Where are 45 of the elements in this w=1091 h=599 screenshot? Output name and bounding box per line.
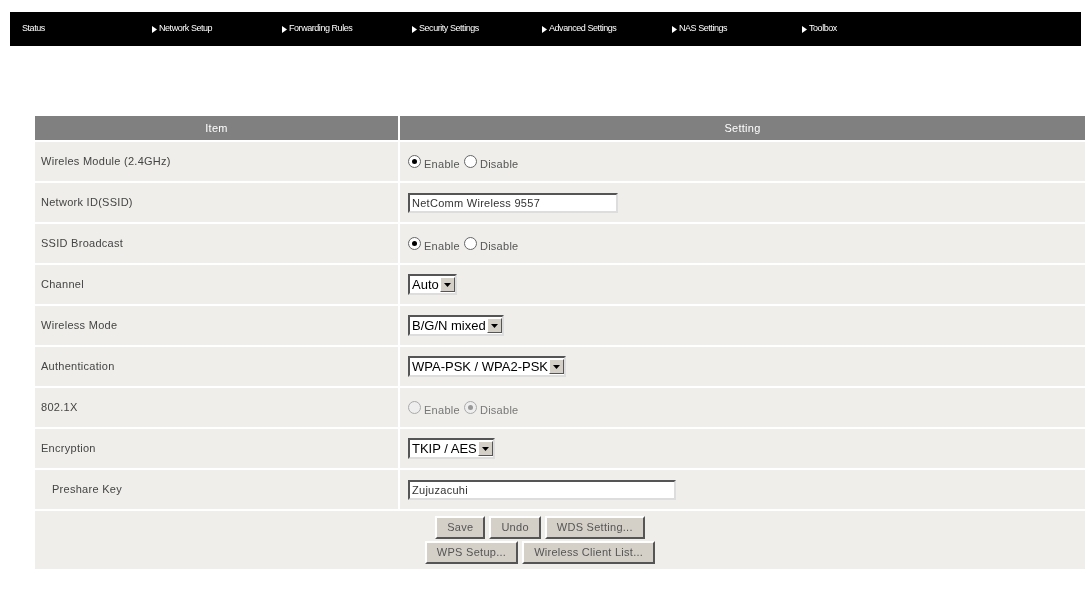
dropdown[interactable]: B/G/N mixed	[408, 315, 504, 336]
radio-button[interactable]	[463, 237, 477, 250]
dropdown[interactable]: TKIP / AES	[408, 438, 495, 459]
action-button[interactable]: WPS Setup...	[424, 541, 519, 564]
action-button[interactable]: Undo	[489, 516, 541, 539]
setting-label: 802.1X	[41, 400, 78, 416]
radio-button[interactable]	[408, 237, 421, 250]
radio-label: Disable	[479, 403, 519, 419]
radio-label: Disable	[479, 239, 519, 255]
radio-label: Disable	[479, 157, 519, 173]
radio-label: Enable	[424, 239, 460, 255]
triangle-icon	[802, 25, 807, 33]
nav-link[interactable]: Advanced Settings	[542, 22, 672, 36]
setting-label: Encryption	[41, 441, 96, 457]
action-button[interactable]: WDS Setting...	[544, 516, 645, 539]
text-field[interactable]: Zujuzacuhi	[408, 479, 676, 500]
text-field[interactable]: NetComm Wireless 9557	[408, 192, 618, 213]
triangle-icon	[152, 25, 157, 33]
action-button[interactable]: Save	[435, 516, 486, 539]
setting-label: Channel	[41, 277, 84, 293]
setting-label: Wireles Module (2.4GHz)	[41, 154, 171, 170]
setting-label: SSID Broadcast	[41, 236, 124, 252]
nav-link[interactable]: Network Setup	[152, 22, 282, 36]
column-header: Item	[35, 116, 398, 140]
nav-link[interactable]: Toolbox	[802, 22, 932, 36]
setting-label: Authentication	[41, 359, 115, 375]
nav-link[interactable]: Forwarding Rules	[282, 22, 412, 36]
column-header: Setting	[400, 116, 1085, 140]
dropdown[interactable]: Auto	[408, 274, 457, 295]
action-button[interactable]: Wireless Client List...	[522, 541, 656, 564]
setting-label: Network ID(SSID)	[41, 195, 133, 211]
triangle-icon	[412, 25, 417, 33]
radio-label: Enable	[424, 157, 460, 173]
triangle-icon	[542, 25, 547, 33]
radio-button[interactable]	[408, 155, 421, 168]
nav-link[interactable]: Security Settings	[412, 22, 542, 36]
setting-label: Preshare Key	[52, 482, 122, 498]
dropdown[interactable]: WPA-PSK / WPA2-PSK	[408, 356, 567, 377]
setting-label: Wireless Mode	[41, 318, 118, 334]
triangle-icon	[282, 25, 287, 33]
radio-label: Enable	[424, 403, 460, 419]
radio-button[interactable]	[463, 155, 477, 168]
nav-link[interactable]: NAS Settings	[672, 22, 802, 36]
triangle-icon	[672, 25, 677, 33]
nav-link[interactable]: Status	[22, 22, 152, 36]
